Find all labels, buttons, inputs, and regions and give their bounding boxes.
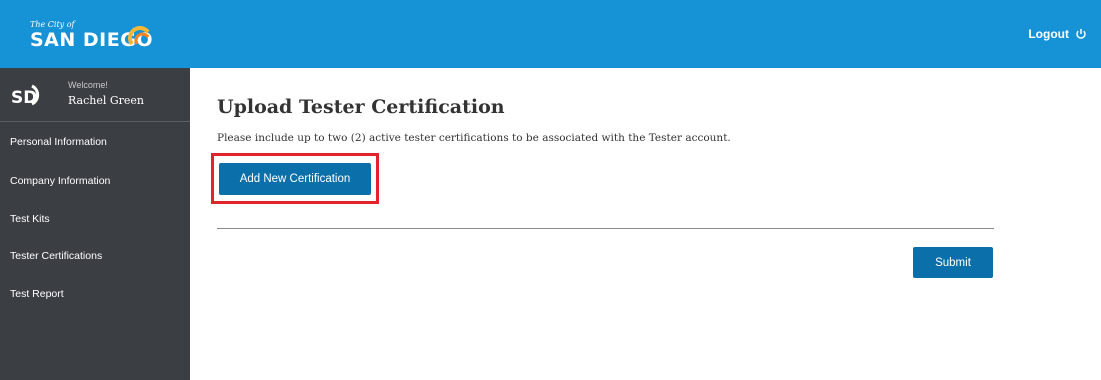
top-bar: The City of SAN DIEGO Logout <box>0 0 1101 68</box>
submit-button[interactable]: Submit <box>913 247 993 278</box>
sidebar: SD Welcome! Rachel Green Personal Inform… <box>0 68 190 380</box>
sd-logo-icon: SD <box>11 84 40 108</box>
sun-logo-icon <box>128 26 150 46</box>
welcome-text: Welcome! <box>68 80 108 90</box>
logout-label: Logout <box>1028 27 1069 41</box>
user-name: Rachel Green <box>68 94 145 107</box>
sidebar-item-test-kits[interactable]: Test Kits <box>10 213 50 225</box>
sidebar-item-tester-certifications[interactable]: Tester Certifications <box>10 250 102 262</box>
svg-text:SD: SD <box>11 88 37 108</box>
sidebar-item-test-report[interactable]: Test Report <box>10 288 64 300</box>
sidebar-item-personal-information[interactable]: Personal Information <box>10 136 107 148</box>
sidebar-item-company-information[interactable]: Company Information <box>10 175 110 187</box>
page-title: Upload Tester Certification <box>217 96 505 118</box>
divider <box>217 228 994 229</box>
logo-small-text: The City of <box>30 20 75 29</box>
page-description: Please include up to two (2) active test… <box>217 132 731 144</box>
user-panel: SD Welcome! Rachel Green <box>0 68 190 122</box>
city-logo[interactable]: The City of SAN DIEGO <box>20 8 160 58</box>
logout-button[interactable]: Logout <box>1028 27 1087 41</box>
add-new-certification-button[interactable]: Add New Certification <box>219 163 371 195</box>
power-icon <box>1076 29 1086 39</box>
